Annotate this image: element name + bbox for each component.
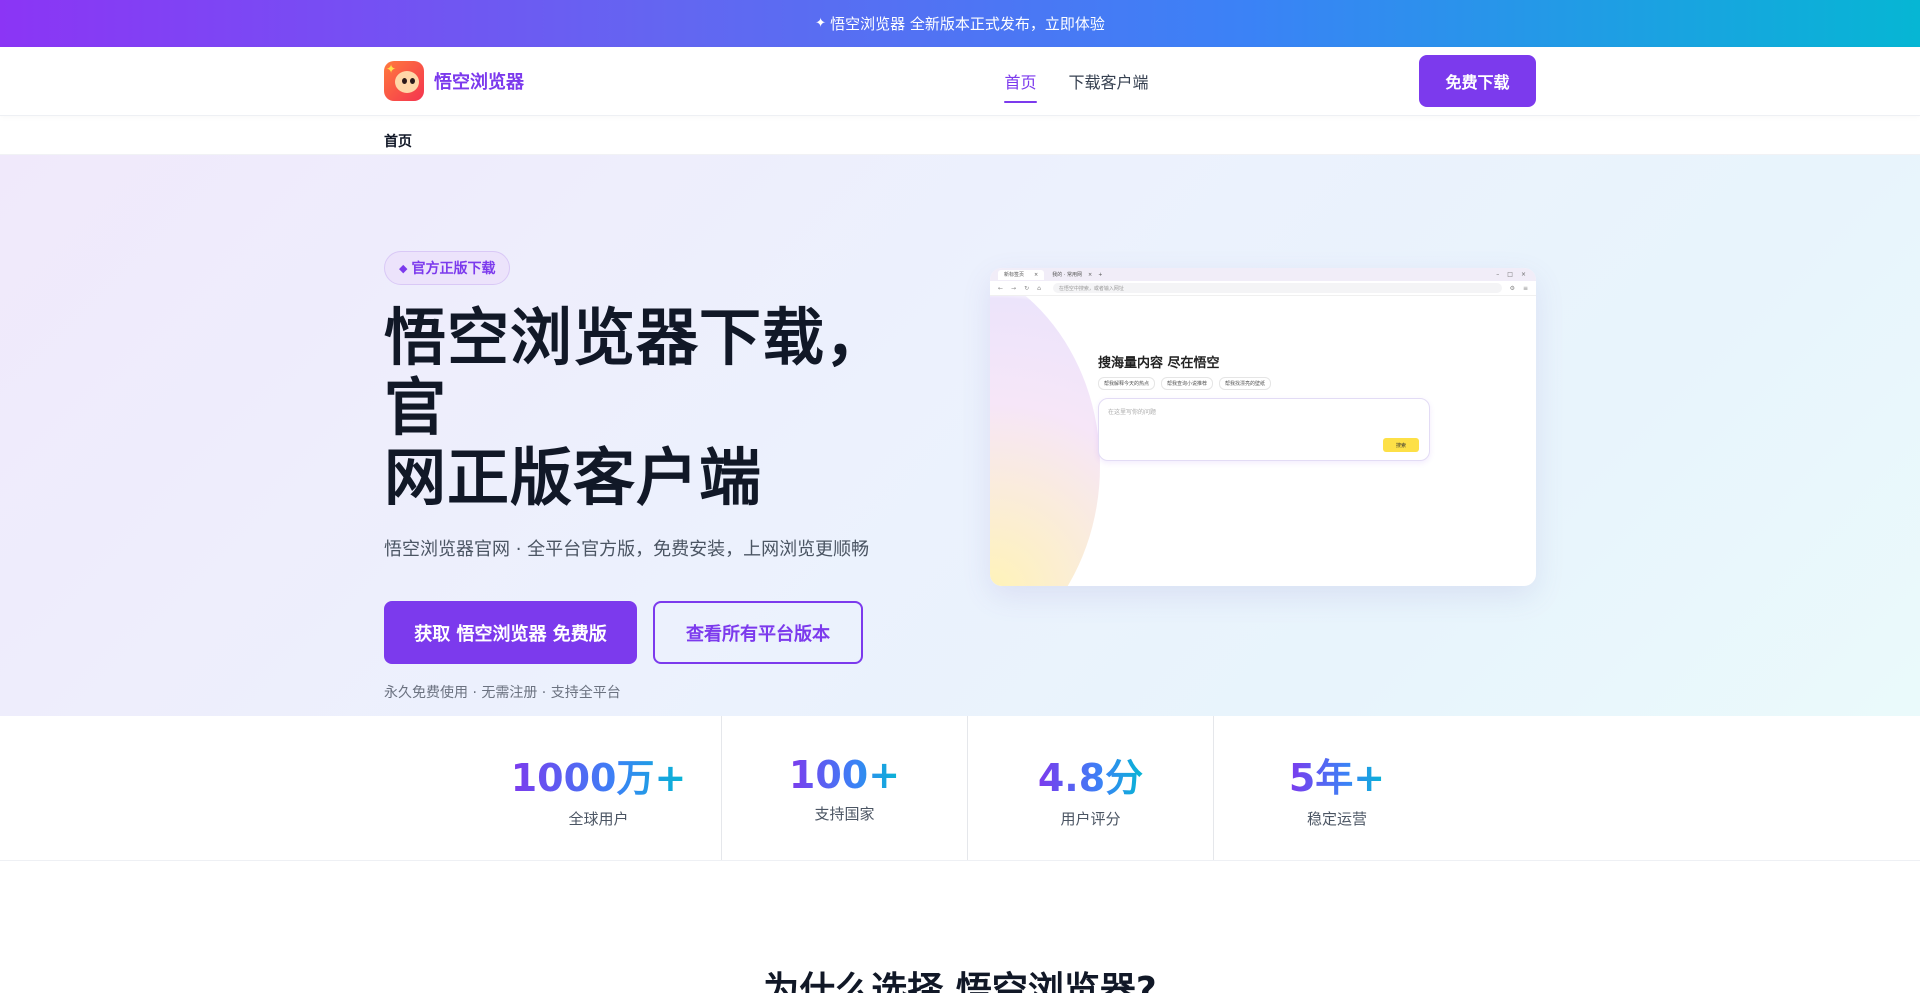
minimize-icon: – xyxy=(1496,271,1500,278)
back-icon: ← xyxy=(998,284,1004,292)
badge-label: 官方正版下载 xyxy=(411,261,496,277)
mock-chip: 帮我找漂亮的壁纸 xyxy=(1219,377,1272,390)
mock-chip: 帮我查询小说推荐 xyxy=(1161,377,1214,390)
window-controls: – □ × xyxy=(1496,271,1536,278)
hero-title-line1: 悟空浏览器下载，官 xyxy=(384,301,889,444)
mock-heading: 搜海量内容 尽在悟空 xyxy=(1098,356,1220,371)
mock-address-bar: 在悟空中搜索，或者输入网址 xyxy=(1052,283,1502,293)
home-icon: ⌂ xyxy=(1037,284,1041,292)
stats-section: 1000万+ 全球用户 100+ 支持国家 4.8分 用户评分 5年+ 稳定运营 xyxy=(0,716,1920,861)
mock-tab-label: 新标签页 xyxy=(1004,272,1025,278)
hero-title-line2: 网正版客户端 xyxy=(384,441,763,514)
logo-icon: ✦ xyxy=(384,61,424,101)
stat-label: 稳定运营 xyxy=(1306,810,1367,828)
brand-name: 悟空浏览器 xyxy=(434,72,524,93)
stat-years: 5年+ 稳定运营 xyxy=(1214,716,1460,860)
view-all-platforms-button[interactable]: 查看所有平台版本 xyxy=(653,601,863,664)
hero-section: ◆ 官方正版下载 悟空浏览器下载，官 网正版客户端 悟空浏览器官网 · 全平台官… xyxy=(0,155,1920,716)
stat-rating: 4.8分 用户评分 xyxy=(968,716,1214,860)
nav-links: 首页 下载客户端 xyxy=(1004,65,1149,103)
browser-screenshot-preview: 新标签页 × 我的 · 常用网 × + – □ × ← → ↻ ⌂ 在悟空中搜索，或者输入… xyxy=(990,268,1536,586)
shield-icon: ◆ xyxy=(399,261,408,275)
sparkle-icon: ✦ xyxy=(815,16,827,31)
why-title: 为什么选择 悟空浏览器? xyxy=(763,970,1157,993)
brand-link[interactable]: ✦ 悟空浏览器 xyxy=(384,61,524,101)
stat-countries: 100+ 支持国家 xyxy=(722,716,968,860)
why-section: 为什么选择 悟空浏览器? xyxy=(0,861,1920,993)
mock-chip: 帮我解释今天的热点 xyxy=(1098,377,1156,390)
forward-icon: → xyxy=(1011,284,1017,292)
mock-tab2-label: 我的 · 常用网 xyxy=(1052,272,1082,278)
mock-search-box: 在这里写你的问题 搜索 xyxy=(1098,398,1430,461)
hero-title: 悟空浏览器下载，官 网正版客户端 xyxy=(384,303,944,513)
plus-icon: + xyxy=(1098,271,1103,278)
stat-value: 4.8分 xyxy=(1038,747,1143,802)
stat-label: 支持国家 xyxy=(814,804,875,823)
breadcrumb: 首页 xyxy=(0,116,1920,155)
nav-link-download-client[interactable]: 下载客户端 xyxy=(1069,65,1149,97)
breadcrumb-current: 首页 xyxy=(384,134,412,150)
nav-link-home[interactable]: 首页 xyxy=(1004,65,1037,103)
mock-tab-new: 新标签页 × xyxy=(998,269,1045,280)
top-navbar: ✦ 悟空浏览器 首页 下载客户端 免费下载 xyxy=(0,47,1920,116)
announcement-bar: ✦ 悟空浏览器 全新版本正式发布，立即体验 xyxy=(0,0,1920,47)
free-download-button[interactable]: 免费下载 xyxy=(1419,55,1536,107)
close-icon: × xyxy=(1034,271,1039,278)
mock-search-button: 搜索 xyxy=(1383,438,1419,452)
announcement-text: 悟空浏览器 全新版本正式发布，立即体验 xyxy=(830,15,1105,33)
settings-icon: ⚙ xyxy=(1509,284,1515,292)
mock-tab-second: 我的 · 常用网 × + xyxy=(1048,270,1106,280)
maximize-icon: □ xyxy=(1507,271,1513,278)
get-free-version-button[interactable]: 获取 悟空浏览器 免费版 xyxy=(384,601,637,664)
official-badge: ◆ 官方正版下载 xyxy=(384,251,511,285)
menu-icon: ≡ xyxy=(1522,284,1528,292)
reload-icon: ↻ xyxy=(1024,284,1030,292)
stat-value: 100+ xyxy=(788,752,901,797)
stat-label: 用户评分 xyxy=(1060,810,1121,828)
hero-note: 永久免费使用 · 无需注册 · 支持全平台 xyxy=(384,685,621,701)
stat-users: 1000万+ 全球用户 xyxy=(476,716,722,860)
hero-subtitle: 悟空浏览器官网 · 全平台官方版，免费安装，上网浏览更顺畅 xyxy=(384,539,870,560)
stat-value: 5年+ xyxy=(1289,747,1385,802)
stat-label: 全球用户 xyxy=(568,810,629,828)
close-icon: × xyxy=(1088,271,1093,278)
mock-search-placeholder: 在这里写你的问题 xyxy=(1108,409,1157,416)
stat-value: 1000万+ xyxy=(511,747,687,802)
close-icon: × xyxy=(1520,271,1526,278)
